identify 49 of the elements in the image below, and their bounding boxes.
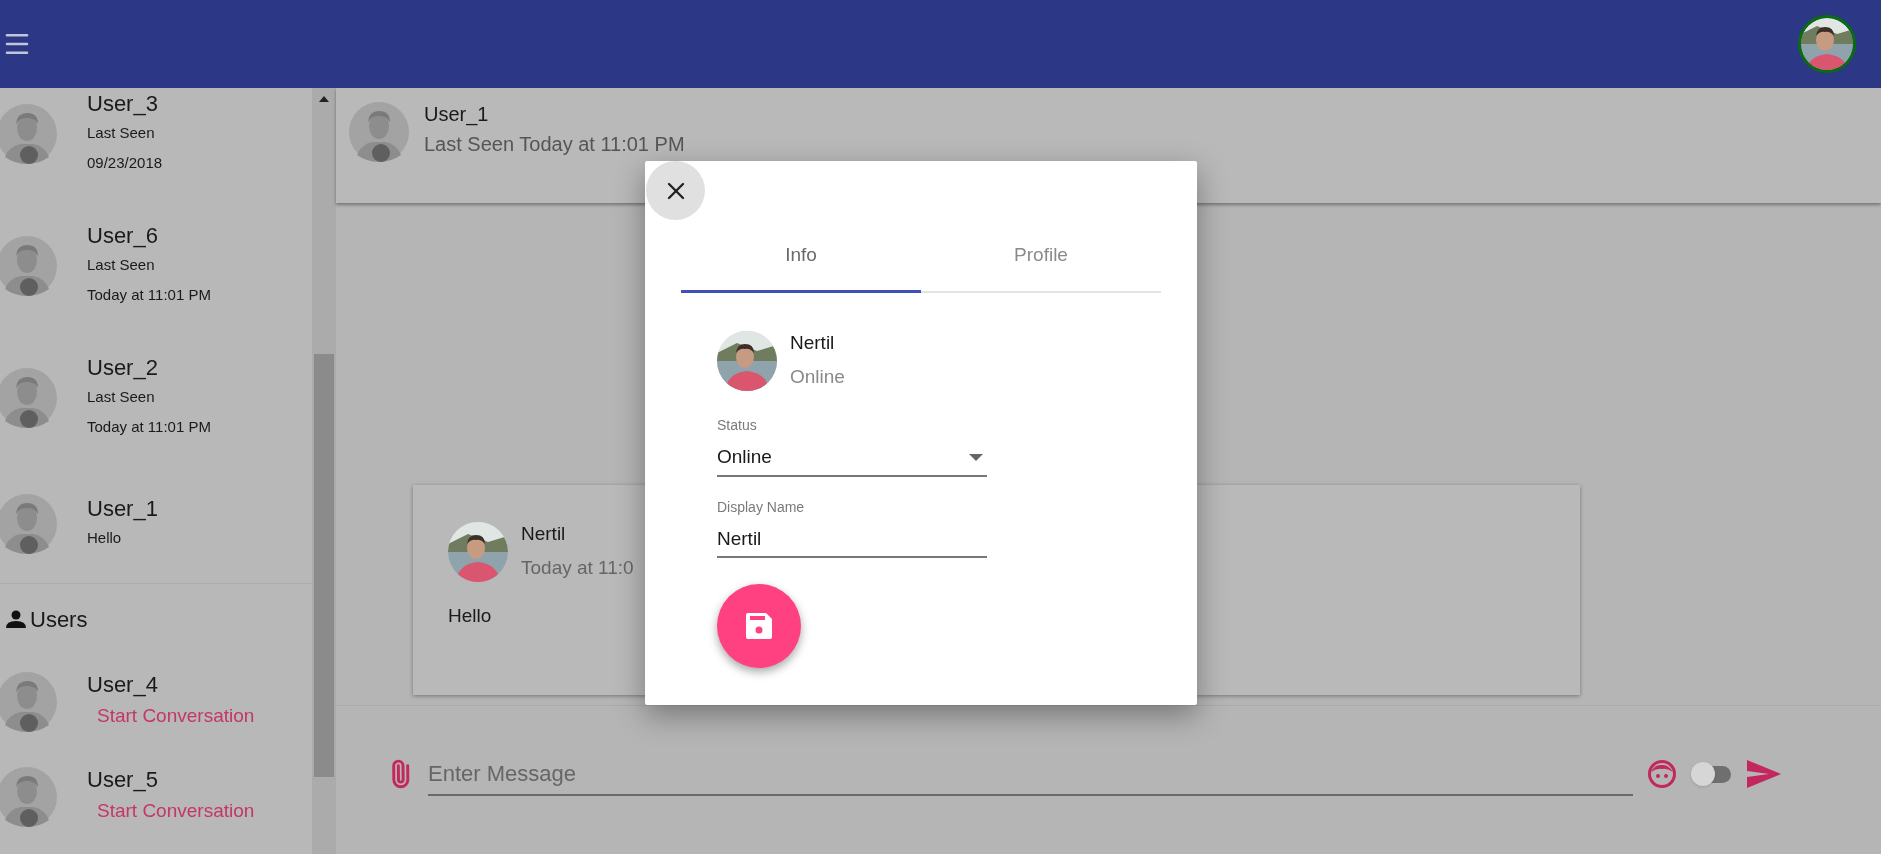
user-name: User_3 xyxy=(87,90,159,118)
avatar-icon xyxy=(0,493,60,554)
conversation-detail: Last Seen xyxy=(87,123,156,143)
status-select[interactable]: Online xyxy=(717,440,987,477)
user-name: User_1 xyxy=(87,494,158,523)
avatar-icon xyxy=(0,236,60,296)
user-name: User_5 xyxy=(87,765,159,794)
conversation-item[interactable]: User_1 Hello xyxy=(0,464,312,584)
user-name: User_6 xyxy=(87,222,159,250)
send-icon[interactable] xyxy=(1747,760,1781,788)
last-seen-text: Last Seen Today at 11:01 PM xyxy=(424,132,685,156)
message-text: Hello xyxy=(448,604,492,628)
avatar-icon xyxy=(0,104,60,164)
display-name-input[interactable]: Nertil xyxy=(717,521,987,558)
save-icon xyxy=(745,612,773,640)
scroll-thumb[interactable] xyxy=(314,354,334,777)
conversation-detail: Today at 11:01 PM xyxy=(87,417,211,437)
sender-name: Nertil xyxy=(521,522,567,546)
section-heading: Users xyxy=(30,605,88,634)
conversation-item[interactable]: User_6 Last Seen Today at 11:01 PM xyxy=(0,200,312,332)
avatar-icon xyxy=(0,766,60,827)
profile-name: Nertil xyxy=(790,331,836,355)
toggle-switch[interactable] xyxy=(1691,762,1733,786)
scroll-up-icon[interactable] xyxy=(319,96,329,102)
avatar-icon xyxy=(349,102,412,162)
user-item[interactable]: User_4 Start Conversation xyxy=(0,654,312,749)
dropdown-caret-icon xyxy=(969,453,983,461)
conversation-detail: Last Seen xyxy=(87,387,156,407)
user-name: User_4 xyxy=(87,670,159,699)
conversation-detail: Today at 11:01 PM xyxy=(87,285,211,305)
conversation-item[interactable]: User_3 Last Seen 09/23/2018 xyxy=(0,88,312,200)
conversation-detail: Hello xyxy=(87,527,123,548)
user-item[interactable]: User_5 Start Conversation xyxy=(0,749,312,844)
field-label: Display Name xyxy=(717,497,805,517)
tab[interactable]: Info xyxy=(681,220,921,293)
message-time: Today at 11:0 xyxy=(521,556,634,580)
conversation-item[interactable]: User_2 Last Seen Today at 11:01 PM xyxy=(0,332,312,464)
save-button[interactable] xyxy=(717,584,801,668)
profile-status: Online xyxy=(790,365,845,389)
scroll-bar[interactable] xyxy=(312,88,336,854)
conversation-detail: 09/23/2018 xyxy=(87,153,163,173)
avatar-icon xyxy=(0,671,60,732)
field-label: Status xyxy=(717,416,757,435)
avatar-icon xyxy=(0,368,60,428)
user-name: User_2 xyxy=(87,354,159,382)
chat-user-name: User_1 xyxy=(424,102,490,126)
face-icon[interactable] xyxy=(1647,759,1677,789)
conversation-detail: Last Seen xyxy=(87,255,156,275)
message-input[interactable]: Enter Message xyxy=(428,752,1633,796)
